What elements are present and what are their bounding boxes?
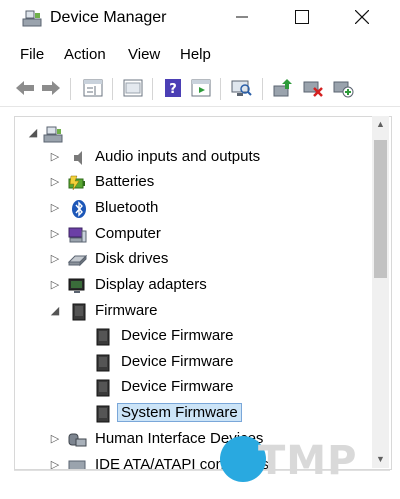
tree-item-device-firmware[interactable]: Device Firmware [15,350,375,374]
tree-item-label: Bluetooth [95,199,159,216]
tree-item-label: Batteries [95,173,155,190]
scan-hardware-icon [231,80,252,96]
tree-root[interactable]: ◢ [15,121,375,145]
watermark-logo: TMP [220,436,380,486]
battery-icon [68,175,85,191]
tree-item-disk-drives[interactable]: ▷ Disk drives [15,247,375,271]
tree-item-firmware[interactable]: ◢ Firmware [15,299,375,323]
toolbar-separator [152,78,153,100]
tree-item-system-firmware[interactable]: System Firmware [15,401,375,425]
title-bar: Device Manager [0,0,400,38]
uninstall-device-button[interactable] [302,77,324,99]
console-tree-icon [123,79,143,97]
device-manager-window: Device Manager File Action View Help ? ◢… [0,0,400,499]
firmware-chip-icon [96,379,110,397]
toolbar-separator [262,78,263,100]
add-legacy-hardware-button[interactable] [332,77,354,99]
computer-root-icon [43,126,63,143]
computer-icon [68,227,87,243]
expand-arrow-icon[interactable]: ▷ [49,251,61,267]
tree-item-device-firmware[interactable]: Device Firmware [15,375,375,399]
ide-controller-icon [68,460,86,469]
forward-button[interactable] [40,77,62,99]
uninstall-device-icon [303,81,323,97]
collapse-arrow-icon[interactable]: ◢ [49,303,61,319]
update-driver-button[interactable] [272,77,294,99]
run-button[interactable] [190,77,212,99]
expand-arrow-icon[interactable]: ▷ [49,457,61,469]
minimize-button[interactable] [214,0,270,34]
expand-arrow-icon[interactable]: ▷ [49,200,61,216]
tree-item-label: Firmware [95,302,158,319]
scroll-thumb[interactable] [374,140,387,278]
expand-arrow-icon[interactable]: ▷ [49,431,61,447]
properties-button[interactable] [82,77,104,99]
device-manager-app-icon [22,10,42,27]
tree-item-label: System Firmware [117,403,242,422]
toolbar-separator [112,78,113,100]
back-button[interactable] [14,77,36,99]
tree-item-display-adapters[interactable]: ▷ Display adapters [15,273,375,297]
tree-item-computer[interactable]: ▷ Computer [15,222,375,246]
add-legacy-hardware-icon [333,81,354,98]
disk-drive-icon [67,254,87,267]
tree-item-bluetooth[interactable]: ▷ Bluetooth [15,196,375,220]
tree-item-label: Display adapters [95,276,207,293]
scan-hardware-button[interactable] [230,77,252,99]
vertical-scrollbar[interactable]: ▲ ▼ [372,116,389,468]
menu-file[interactable]: File [20,46,44,63]
hid-icon [68,433,87,447]
tree-item-device-firmware[interactable]: Device Firmware [15,324,375,348]
tree-item-label: Device Firmware [121,327,234,344]
menu-action[interactable]: Action [64,46,106,63]
expand-arrow-icon[interactable]: ▷ [49,277,61,293]
expand-arrow-icon[interactable]: ▷ [49,174,61,190]
close-icon [355,10,369,24]
close-button[interactable] [334,0,390,34]
firmware-icon [72,303,86,321]
toolbar-separator [220,78,221,100]
minimize-icon [236,16,248,18]
device-tree[interactable]: ◢ ▷ Audio inputs and outputs ▷ Batteries… [14,116,392,470]
tree-item-batteries[interactable]: ▷ Batteries [15,170,375,194]
help-button[interactable]: ? [162,77,184,99]
maximize-icon [295,10,309,24]
maximize-button[interactable] [274,0,330,34]
tree-item-label: Audio inputs and outputs [95,148,261,165]
toolbar: ? [0,72,400,107]
forward-arrow-icon [42,81,60,95]
tree-item-label: Device Firmware [121,353,234,370]
expand-arrow-icon[interactable]: ▷ [49,226,61,242]
tree-item-label: Device Firmware [121,378,234,395]
menu-help[interactable]: Help [180,46,211,63]
menu-bar: File Action View Help [0,44,400,68]
expand-arrow-icon[interactable]: ▷ [49,149,61,165]
collapse-arrow-icon[interactable]: ◢ [27,125,39,141]
bluetooth-icon [72,200,86,218]
tree-item-label: Disk drives [95,250,169,267]
run-icon [191,79,211,97]
firmware-chip-icon [96,328,110,346]
window-title: Device Manager [50,9,167,26]
tree-item-label: Computer [95,225,161,242]
scroll-up-button[interactable]: ▲ [372,116,389,133]
menu-view[interactable]: View [128,46,160,63]
properties-icon [83,79,103,97]
toolbar-separator [70,78,71,100]
update-driver-icon [273,79,292,97]
firmware-chip-icon [96,405,110,423]
speaker-icon [74,151,82,165]
firmware-chip-icon [96,354,110,372]
display-adapter-icon [68,278,85,293]
watermark-text: TMP [258,438,358,484]
tree-item-audio-inputs-and-outputs[interactable]: ▷ Audio inputs and outputs [15,145,375,169]
back-arrow-icon [16,81,34,95]
console-tree-button[interactable] [122,77,144,99]
help-icon: ? [165,79,181,97]
svg-text:?: ? [169,82,177,97]
